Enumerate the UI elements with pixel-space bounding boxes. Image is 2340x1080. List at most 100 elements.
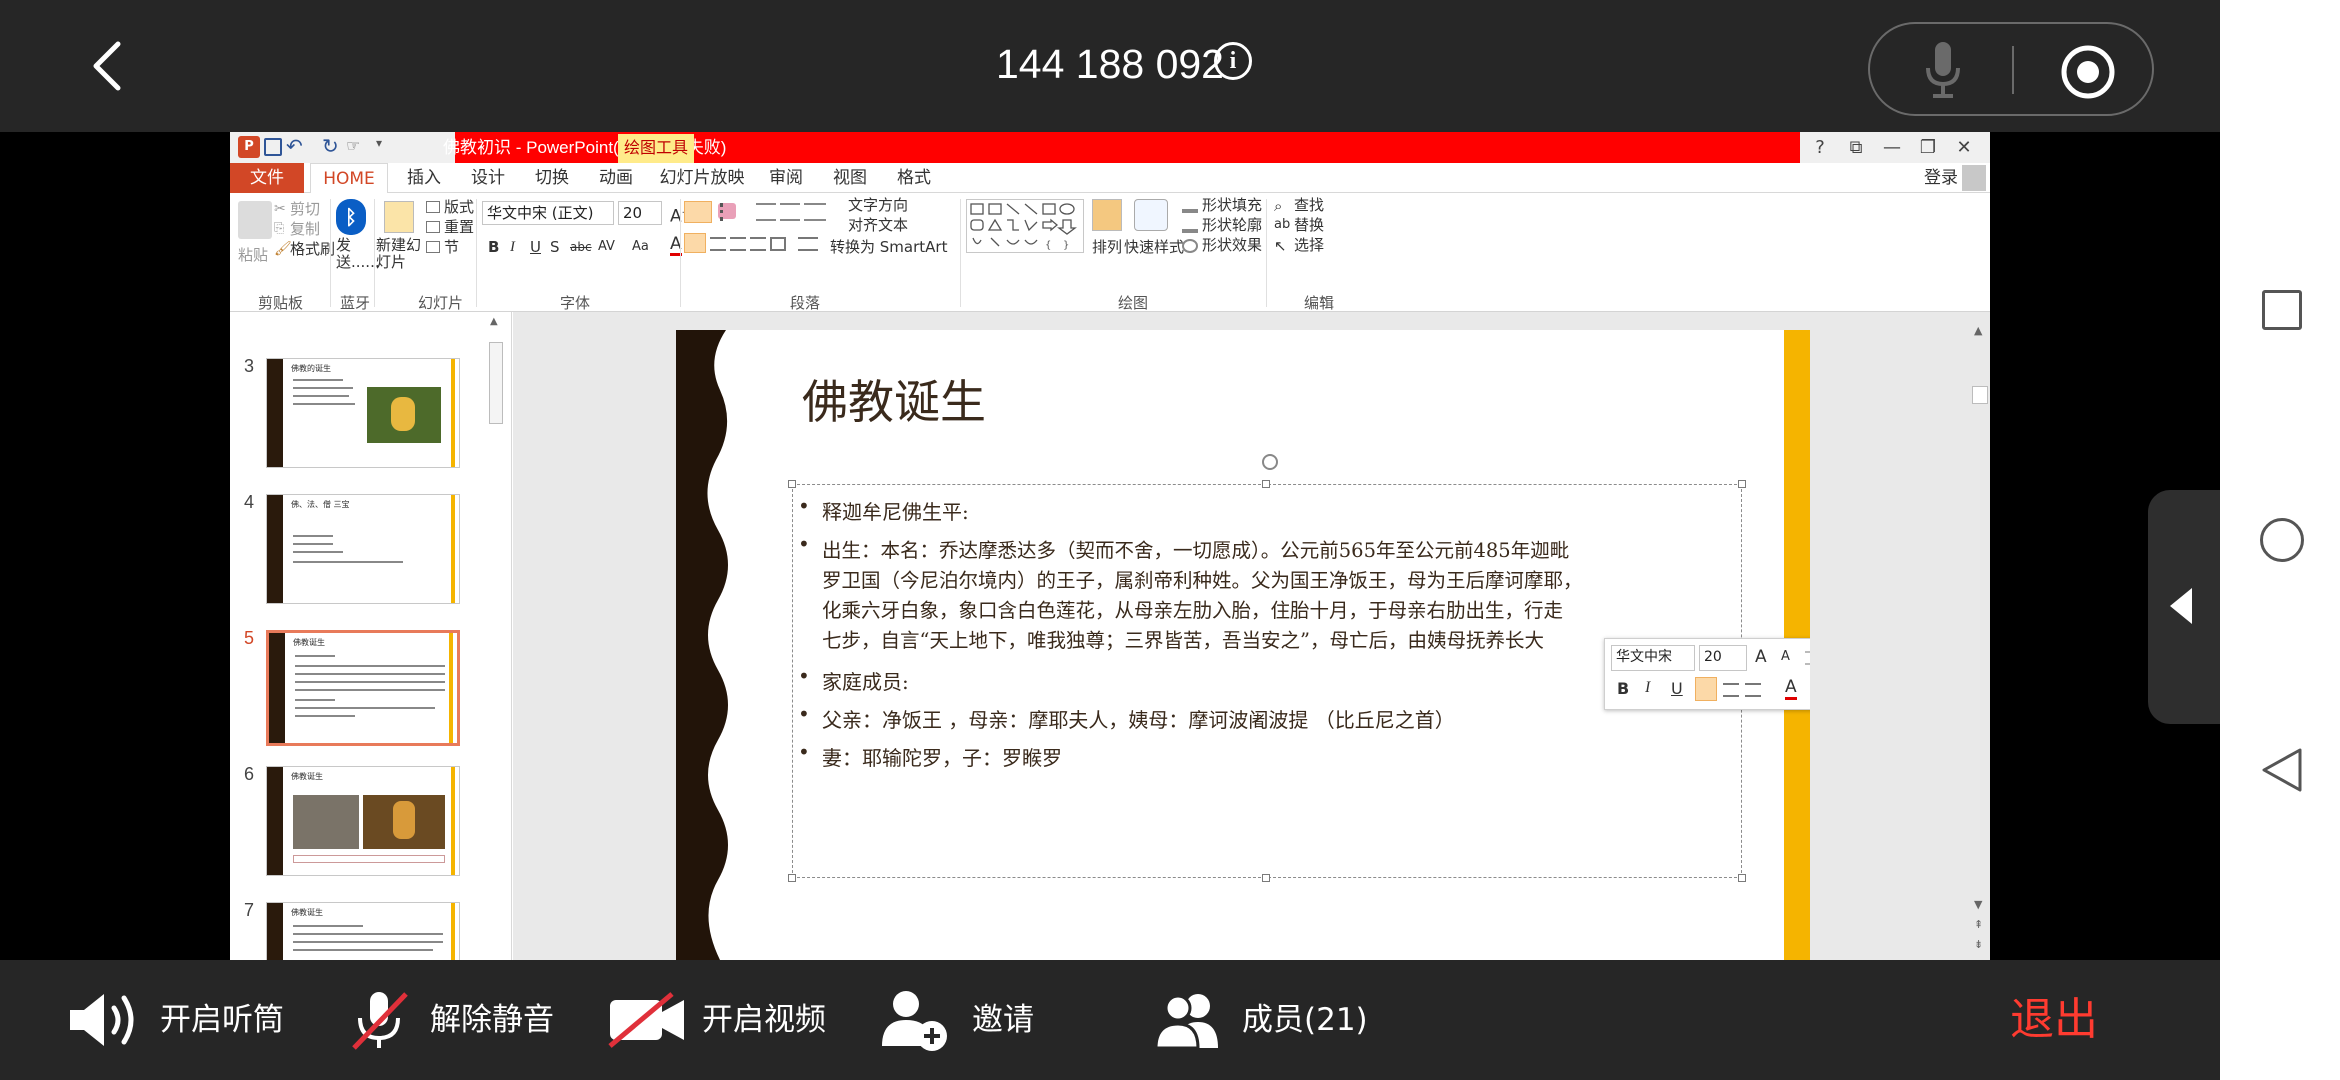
align-text-button[interactable]: 对齐文本 [848, 215, 908, 235]
restore-button[interactable]: ❐ [1910, 132, 1946, 163]
home-circle-icon[interactable] [2260, 518, 2304, 562]
mini-align-center-icon[interactable] [1723, 683, 1739, 697]
mini-font-combo[interactable]: 华文中宋 [1611, 645, 1695, 671]
bullet-1[interactable]: 释迦牟尼佛生平: [822, 496, 969, 525]
help-button[interactable]: ? [1802, 132, 1838, 163]
tab-animations[interactable]: 动画 [588, 163, 644, 193]
italic-button[interactable]: I [510, 237, 515, 257]
slide-thumbnail-3[interactable]: 佛教的诞生 [266, 358, 460, 468]
thumbnail-scrollbar[interactable]: ▲ [484, 312, 508, 960]
shadow-button[interactable]: S [550, 237, 560, 257]
tab-review[interactable]: 审阅 [758, 163, 814, 193]
section-button[interactable]: 节 [444, 237, 459, 257]
bold-button[interactable]: B [488, 237, 499, 257]
back-triangle-icon[interactable] [2260, 746, 2304, 794]
back-arrow-icon[interactable] [82, 40, 134, 92]
close-button[interactable]: ✕ [1946, 132, 1982, 163]
scroll-down-icon[interactable]: ▼ [1974, 898, 1982, 911]
bluetooth-send-button[interactable]: 发送...... [336, 237, 380, 271]
bullet-2-line-4[interactable]: 七步，自言“天上地下，唯我独尊；三界皆苦，吾当安之”，母亡后，由姨母抚养长大 [822, 624, 1738, 653]
scroll-up-icon[interactable]: ▲ [490, 316, 498, 327]
arrange-button[interactable]: 排列 [1092, 237, 1122, 257]
mini-align-right-icon[interactable] [1745, 683, 1761, 697]
vertical-scrollbar[interactable]: ▲ ▼ ⇞ ⇟ [1972, 318, 1988, 958]
paste-button[interactable]: 粘贴 [238, 245, 268, 265]
login-link[interactable]: 登录 [1916, 163, 1966, 193]
members-button[interactable]: 成员(21) [1242, 960, 1368, 1080]
tab-design[interactable]: 设计 [460, 163, 516, 193]
justify-icon[interactable] [750, 237, 766, 251]
undo-icon[interactable]: ↶ [286, 134, 316, 160]
layout-button[interactable]: 版式 [444, 197, 474, 217]
slide-thumbnail-7[interactable]: 佛教诞生 [266, 902, 460, 960]
shape-effects-button[interactable]: 形状效果 [1202, 235, 1262, 255]
align-right-icon[interactable] [730, 237, 746, 251]
record-icon[interactable] [2060, 44, 2116, 100]
bluetooth-icon[interactable]: ᛒ [336, 199, 366, 235]
mini-size-combo[interactable]: 20 [1699, 645, 1747, 671]
collapse-ribbon-icon[interactable]: ⌃ [1318, 295, 1330, 311]
members-icon[interactable] [1150, 990, 1230, 1050]
next-slide-icon[interactable]: ⇟ [1974, 938, 1983, 951]
resize-handle[interactable] [1262, 480, 1270, 488]
new-slide-icon[interactable] [384, 201, 414, 233]
text-direction-button[interactable]: 文字方向 [848, 195, 908, 215]
bullet-2-line-2[interactable]: 罗卫国（今尼泊尔境内）的王子，属刹帝利种姓。父为国王净饭王，母为王后摩诃摩耶， [822, 564, 1583, 593]
slide-thumbnail-4[interactable]: 佛、法、僧 三宝 [266, 494, 460, 604]
unmute-button[interactable]: 解除静音 [430, 960, 554, 1080]
scroll-thumb[interactable] [489, 342, 503, 424]
distribute-icon[interactable] [798, 237, 818, 251]
video-button[interactable]: 开启视频 [702, 960, 826, 1080]
find-button[interactable]: 查找 [1294, 195, 1324, 215]
customize-qat-icon[interactable]: ▾ [376, 136, 388, 158]
line-spacing-icon[interactable] [804, 203, 826, 221]
invite-user-icon[interactable] [880, 988, 950, 1052]
resize-handle[interactable] [788, 874, 796, 882]
bullet-2-line-1[interactable]: 出生：本名：乔达摩悉达多（契而不舍，一切愿成）。公元前565年至公元前485年迦… [822, 534, 1569, 563]
quick-styles-icon[interactable] [1134, 199, 1168, 231]
tab-slideshow[interactable]: 幻灯片放映 [650, 163, 754, 193]
resize-handle[interactable] [1262, 874, 1270, 882]
mini-grow-font-button[interactable]: A [1755, 647, 1767, 667]
char-spacing-button[interactable]: AV [598, 237, 615, 257]
shapes-gallery[interactable]: {} [966, 199, 1084, 253]
resize-handle[interactable] [788, 480, 796, 488]
bullet-5[interactable]: 妻：耶输陀罗，子：罗睺罗 [822, 742, 1062, 771]
convert-smartart-button[interactable]: 转换为 SmartArt [830, 237, 947, 257]
tab-insert[interactable]: 插入 [396, 163, 452, 193]
mic-muted-icon[interactable] [350, 988, 410, 1052]
quick-styles-button[interactable]: 快速样式 [1124, 237, 1184, 257]
numbering-icon[interactable] [720, 203, 742, 221]
ribbon-display-button[interactable]: ⧉ [1838, 132, 1874, 163]
mini-underline-button[interactable]: U [1671, 679, 1683, 698]
columns-icon[interactable] [770, 237, 786, 251]
mini-align-left-icon[interactable] [1695, 677, 1717, 701]
new-slide-button[interactable]: 新建幻灯片 [376, 237, 424, 271]
speaker-button[interactable]: 开启听筒 [160, 960, 284, 1080]
scroll-thumb[interactable] [1972, 386, 1988, 404]
mini-italic-button[interactable]: I [1645, 679, 1650, 697]
replace-button[interactable]: 替换 [1294, 215, 1324, 235]
tab-format[interactable]: 格式 [886, 163, 942, 193]
bullet-3[interactable]: 家庭成员: [822, 666, 909, 695]
mini-font-color-button[interactable]: A [1785, 677, 1797, 700]
tab-transitions[interactable]: 切换 [524, 163, 580, 193]
exit-button[interactable]: 退出 [2010, 960, 2098, 1080]
shape-fill-button[interactable]: 形状填充 [1202, 195, 1262, 215]
recents-square-icon[interactable] [2262, 290, 2302, 330]
mini-shrink-font-button[interactable]: A [1781, 649, 1790, 664]
speaker-icon[interactable] [66, 990, 150, 1050]
rotate-handle-icon[interactable] [1262, 454, 1278, 470]
bullets-icon[interactable] [684, 201, 712, 223]
change-case-button[interactable]: Aa [632, 237, 649, 257]
strikethrough-button[interactable]: abc [570, 237, 592, 257]
cut-button[interactable]: 剪切 [290, 199, 320, 219]
align-left-icon[interactable] [684, 233, 706, 253]
minimize-button[interactable]: — [1874, 132, 1910, 163]
align-center-icon[interactable] [710, 237, 726, 251]
slide-title[interactable]: 佛教诞生 [802, 366, 986, 432]
paste-icon[interactable] [238, 201, 272, 239]
font-name-combo[interactable]: 华文中宋 (正文) [482, 201, 614, 225]
tab-file[interactable]: 文件 [230, 163, 304, 193]
resize-handle[interactable] [1738, 874, 1746, 882]
